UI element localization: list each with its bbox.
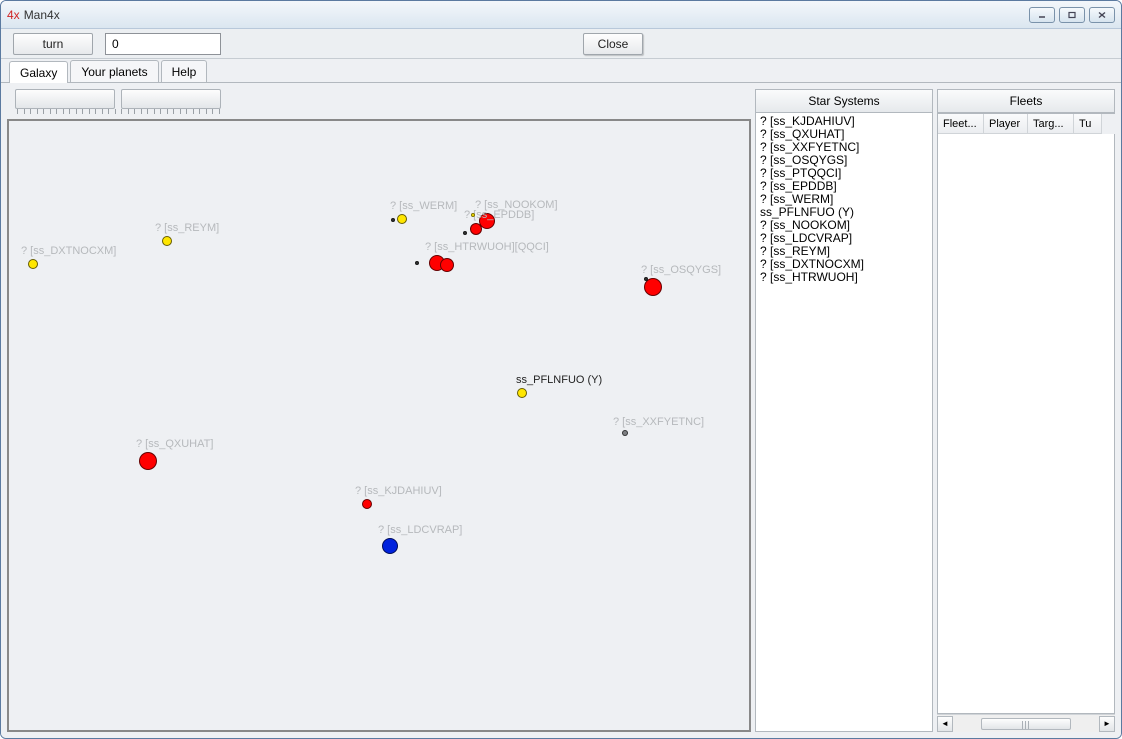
fleets-panel: Fleets Fleet...PlayerTarg...Tu ◄ ►	[937, 89, 1115, 732]
star-label-qxuhat: ? [ss_QXUHAT]	[136, 438, 213, 450]
tab-help[interactable]: Help	[161, 60, 208, 82]
window-controls	[1029, 7, 1115, 23]
star-reym[interactable]	[162, 236, 172, 246]
titlebar[interactable]: 4x Man4x	[1, 1, 1121, 29]
tab-your-planets[interactable]: Your planets	[70, 60, 158, 82]
slider-2[interactable]	[121, 89, 221, 109]
star-pflnfuo[interactable]	[517, 388, 527, 398]
satellite-epddb[interactable]	[463, 231, 467, 235]
galaxy-map[interactable]: ? [ss_DXTNOCXM] ? [ss_REYM] ? [ss_WERM] ? […	[7, 119, 751, 732]
star-dxtnocxm[interactable]	[28, 259, 38, 269]
content-area: ? [ss_DXTNOCXM] ? [ss_REYM] ? [ss_WERM] ? […	[1, 83, 1121, 738]
star-werm[interactable]	[397, 214, 407, 224]
star-epddb[interactable]	[470, 223, 482, 235]
star-label-xxfyetnc: ? [ss_XXFYETNC]	[613, 416, 704, 428]
star-label-htrwuoh: ? [ss_HTRWUOH][QQCI]	[425, 241, 549, 253]
fleets-col-fleet[interactable]: Fleet...	[938, 114, 984, 134]
star-kjdahiuv[interactable]	[362, 499, 372, 509]
star-systems-panel: Star Systems ? [ss_KJDAHIUV]? [ss_QXUHAT…	[755, 89, 933, 732]
zoom-sliders	[7, 89, 751, 115]
satellite-werm[interactable]	[391, 218, 395, 222]
close-button[interactable]: Close	[583, 33, 643, 55]
star-ldcvrap[interactable]	[382, 538, 398, 554]
fleets-body[interactable]	[937, 134, 1115, 714]
maximize-button[interactable]	[1059, 7, 1085, 23]
scroll-left-icon[interactable]: ◄	[937, 716, 953, 732]
fleets-col-targ[interactable]: Targ...	[1028, 114, 1074, 134]
close-window-button[interactable]	[1089, 7, 1115, 23]
star-ptqqci[interactable]	[440, 258, 454, 272]
titlebar-title: Man4x	[24, 8, 60, 22]
star-xxfyetnc[interactable]	[622, 430, 628, 436]
tabs: GalaxyYour planetsHelp	[1, 59, 1121, 83]
satellite-nookom[interactable]	[471, 213, 475, 217]
star-label-kjdahiuv: ? [ss_KJDAHIUV]	[355, 485, 442, 497]
star-label-reym: ? [ss_REYM]	[155, 222, 219, 234]
slider-1[interactable]	[15, 89, 115, 109]
star-qxuhat[interactable]	[139, 452, 157, 470]
minimize-button[interactable]	[1029, 7, 1055, 23]
star-label-ldcvrap: ? [ss_LDCVRAP]	[378, 524, 462, 536]
fleets-hscroll[interactable]: ◄ ►	[937, 714, 1115, 732]
star-label-werm: ? [ss_WERM]	[390, 200, 457, 212]
scroll-thumb[interactable]	[981, 718, 1071, 730]
tab-galaxy[interactable]: Galaxy	[9, 61, 68, 83]
toolbar: turn Close	[1, 29, 1121, 59]
star-systems-header: Star Systems	[755, 89, 933, 113]
star-label-pflnfuo: ss_PFLNFUO (Y)	[516, 374, 602, 386]
star-systems-list[interactable]: ? [ss_KJDAHIUV]? [ss_QXUHAT]? [ss_XXFYET…	[755, 113, 933, 732]
slider-ticks	[17, 109, 227, 115]
star-label-osqygs: ? [ss_OSQYGS]	[641, 264, 721, 276]
fleets-col-player[interactable]: Player	[984, 114, 1028, 134]
turn-button[interactable]: turn	[13, 33, 93, 55]
galaxy-panel: ? [ss_DXTNOCXM] ? [ss_REYM] ? [ss_WERM] ? […	[7, 89, 751, 732]
turn-input[interactable]	[105, 33, 221, 55]
titlebar-prefix: 4x	[7, 8, 20, 22]
fleets-columns: Fleet...PlayerTarg...Tu	[937, 113, 1115, 134]
star-system-item[interactable]: ? [ss_HTRWUOH]	[760, 271, 928, 284]
star-label-dxtnocxm: ? [ss_DXTNOCXM]	[21, 245, 116, 257]
scroll-right-icon[interactable]: ►	[1099, 716, 1115, 732]
app-window: 4x Man4x turn Close GalaxyYour planetsHe…	[0, 0, 1122, 739]
fleets-col-tu[interactable]: Tu	[1074, 114, 1102, 134]
satellite-htrwuoh[interactable]	[415, 261, 419, 265]
satellite-osqygs[interactable]	[644, 277, 648, 281]
fleets-header: Fleets	[937, 89, 1115, 113]
